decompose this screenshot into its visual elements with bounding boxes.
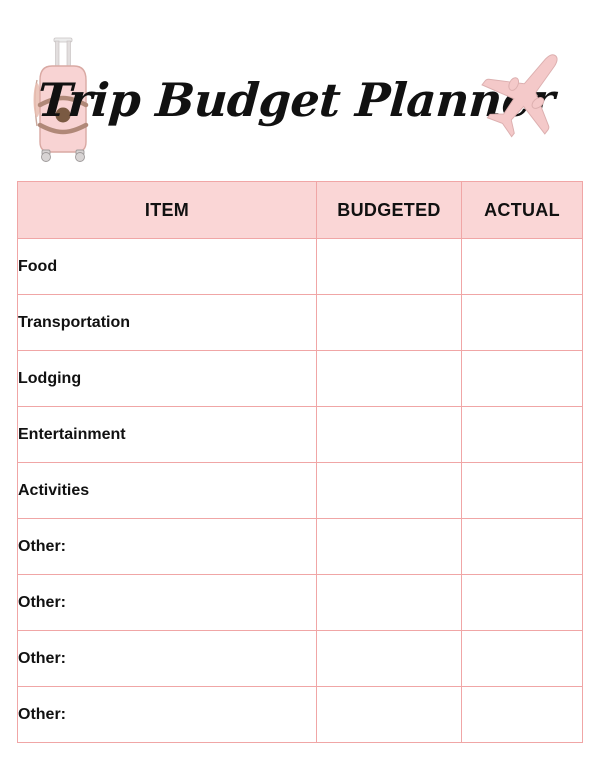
actual-input-lodging[interactable] (461, 350, 583, 407)
table-row: Food (17, 238, 583, 295)
row-label-other-1[interactable]: Other: (17, 518, 317, 575)
column-header-budgeted: BUDGETED (316, 181, 462, 239)
budgeted-input-other-4[interactable] (316, 686, 462, 743)
table-row: Activities (17, 462, 583, 519)
airplane-icon (479, 44, 575, 140)
column-header-item: ITEM (17, 181, 317, 239)
row-label-activities: Activities (17, 462, 317, 519)
budgeted-input-entertainment[interactable] (316, 406, 462, 463)
trip-budget-table: ITEM BUDGETED ACTUAL Food Transportation… (17, 181, 583, 743)
row-label-other-3[interactable]: Other: (17, 630, 317, 687)
budgeted-input-food[interactable] (316, 238, 462, 295)
table-row: Transportation (17, 294, 583, 351)
row-label-other-4[interactable]: Other: (17, 686, 317, 743)
page-header: Trip Budget Planner (0, 0, 600, 181)
row-label-lodging: Lodging (17, 350, 317, 407)
table-row: Other: (17, 574, 583, 631)
page-title: Trip Budget Planner (35, 73, 557, 127)
table-row: Other: (17, 630, 583, 687)
budgeted-input-other-2[interactable] (316, 574, 462, 631)
row-label-food: Food (17, 238, 317, 295)
actual-input-transportation[interactable] (461, 294, 583, 351)
table-row: Other: (17, 686, 583, 743)
budgeted-input-other-1[interactable] (316, 518, 462, 575)
budgeted-input-transportation[interactable] (316, 294, 462, 351)
row-label-entertainment: Entertainment (17, 406, 317, 463)
budgeted-input-other-3[interactable] (316, 630, 462, 687)
row-label-transportation: Transportation (17, 294, 317, 351)
table-body: Food Transportation Lodging Entertainmen… (17, 238, 583, 743)
table-header: ITEM BUDGETED ACTUAL (17, 181, 583, 239)
row-label-other-2[interactable]: Other: (17, 574, 317, 631)
column-header-actual: ACTUAL (461, 181, 583, 239)
table-row: Other: (17, 518, 583, 575)
table-row: Entertainment (17, 406, 583, 463)
actual-input-entertainment[interactable] (461, 406, 583, 463)
budgeted-input-activities[interactable] (316, 462, 462, 519)
actual-input-other-4[interactable] (461, 686, 583, 743)
actual-input-food[interactable] (461, 238, 583, 295)
table-header-row: ITEM BUDGETED ACTUAL (17, 181, 583, 239)
budget-table-container: ITEM BUDGETED ACTUAL Food Transportation… (17, 181, 583, 743)
actual-input-other-3[interactable] (461, 630, 583, 687)
actual-input-other-2[interactable] (461, 574, 583, 631)
actual-input-activities[interactable] (461, 462, 583, 519)
table-row: Lodging (17, 350, 583, 407)
budgeted-input-lodging[interactable] (316, 350, 462, 407)
actual-input-other-1[interactable] (461, 518, 583, 575)
